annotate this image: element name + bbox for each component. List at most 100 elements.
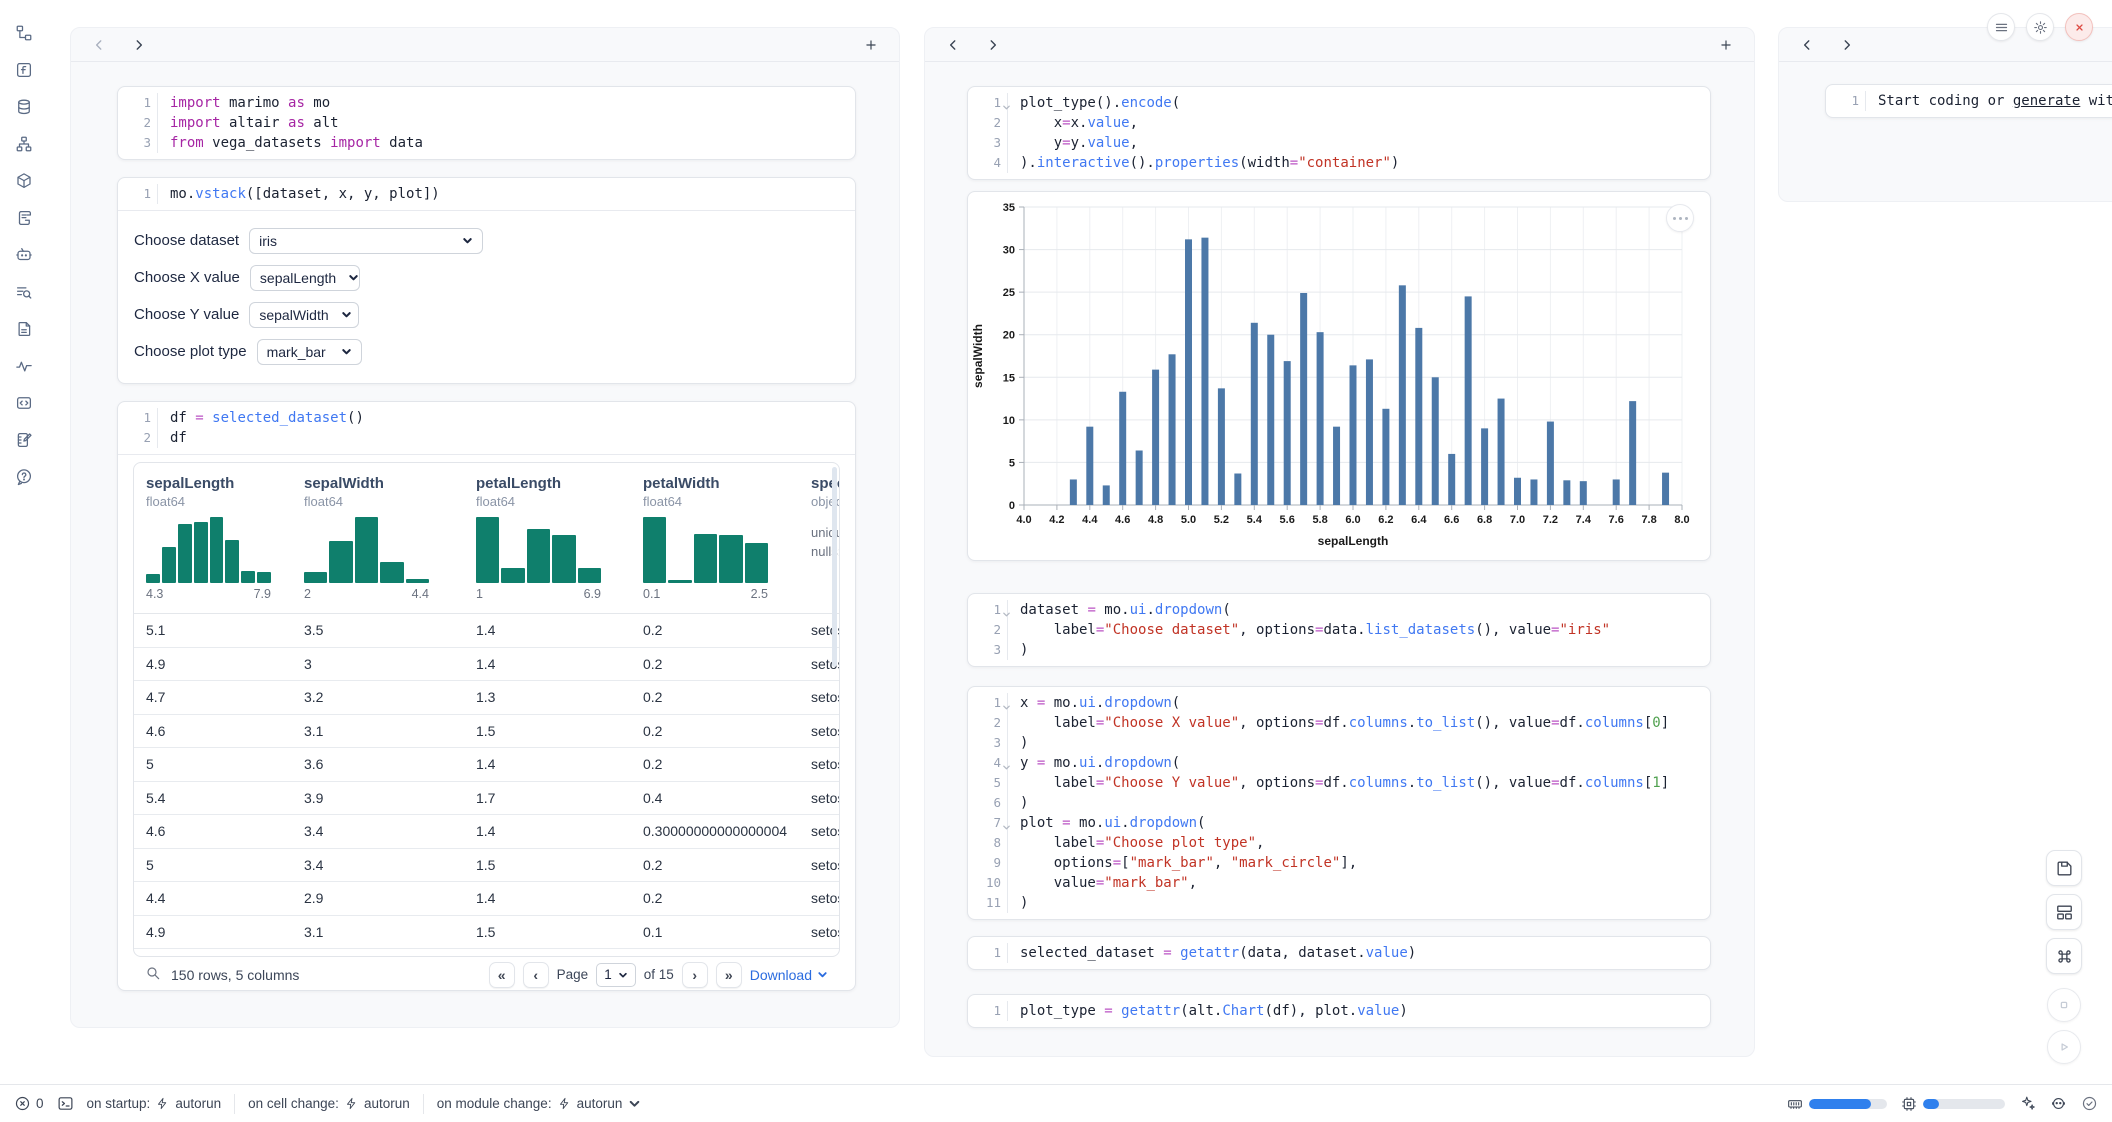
- file-explorer-icon[interactable]: [15, 24, 33, 42]
- table-column-header[interactable]: petalWidthfloat640.12.5: [631, 463, 799, 613]
- dropdown-select[interactable]: mark_bar: [257, 339, 362, 365]
- svg-text:5.6: 5.6: [1280, 514, 1295, 526]
- last-page-button[interactable]: »: [716, 962, 742, 988]
- search-icon[interactable]: [145, 965, 161, 984]
- column-prev-button[interactable]: [1795, 33, 1819, 57]
- layout-toggle-button[interactable]: [2046, 894, 2082, 930]
- column-next-button[interactable]: [127, 33, 151, 57]
- chart[interactable]: 051015202530354.04.24.44.64.85.05.25.45.…: [968, 192, 1710, 554]
- fold-chevron-icon[interactable]: [1002, 758, 1011, 767]
- add-column-button[interactable]: [1714, 33, 1738, 57]
- documentation-icon[interactable]: [15, 320, 33, 338]
- table-row[interactable]: 53.41.50.2setosa: [134, 849, 839, 883]
- notebook-menu-button[interactable]: [1987, 13, 2015, 41]
- cell-xy-plot-dropdowns[interactable]: 1x = mo.ui.dropdown(2 label="Choose X va…: [967, 686, 1711, 920]
- variables-icon[interactable]: [15, 61, 33, 79]
- settings-button[interactable]: [2026, 13, 2054, 41]
- code-editor[interactable]: 1dataset = mo.ui.dropdown(2 label="Choos…: [968, 594, 1710, 666]
- table-row[interactable]: 4.73.21.30.2setosa: [134, 681, 839, 715]
- column-prev-button[interactable]: [87, 33, 111, 57]
- logs-icon[interactable]: [15, 209, 33, 227]
- cell-imports[interactable]: 1import marimo as mo2import altair as al…: [117, 86, 856, 160]
- code-editor[interactable]: 1plot_type().encode(2 x=x.value,3 y=y.va…: [968, 87, 1710, 179]
- run-mode-1[interactable]: on startup:autorun: [87, 1096, 222, 1111]
- cell-empty-new[interactable]: 1 Start coding or generate with AI.: [1825, 84, 2112, 118]
- next-page-button[interactable]: ›: [682, 962, 708, 988]
- chat-icon[interactable]: [15, 246, 33, 264]
- line-number: 9: [968, 853, 1008, 873]
- add-column-button[interactable]: [859, 33, 883, 57]
- fold-chevron-icon[interactable]: [1002, 818, 1011, 827]
- run-mode-3[interactable]: on module change:autorun: [437, 1096, 642, 1111]
- dropdown-control: Choose Y valuesepalWidth: [134, 301, 855, 328]
- code-editor[interactable]: 1selected_dataset = getattr(data, datase…: [968, 937, 1710, 969]
- copilot-button[interactable]: [2050, 1095, 2067, 1112]
- table-column-header[interactable]: sepalWidthfloat6424.4: [292, 463, 464, 613]
- first-page-button[interactable]: «: [489, 962, 515, 988]
- cpu-usage-meter[interactable]: [1901, 1096, 2005, 1112]
- code-editor[interactable]: 1plot_type = getattr(alt.Chart(df), plot…: [968, 995, 1710, 1027]
- table-row[interactable]: 4.931.40.2setosa: [134, 648, 839, 682]
- cell-plot-type[interactable]: 1plot_type = getattr(alt.Chart(df), plot…: [967, 994, 1711, 1028]
- dropdown-select[interactable]: sepalLength: [250, 265, 360, 291]
- cell-vstack[interactable]: 1mo.vstack([dataset, x, y, plot]) Choose…: [117, 177, 856, 384]
- code-editor[interactable]: 1x = mo.ui.dropdown(2 label="Choose X va…: [968, 687, 1710, 919]
- table-column-header[interactable]: petalLengthfloat6416.9: [464, 463, 631, 613]
- code-editor[interactable]: 1import marimo as mo2import altair as al…: [118, 87, 855, 159]
- table-row[interactable]: 5.43.91.70.4setosa: [134, 782, 839, 816]
- tracing-icon[interactable]: [15, 357, 33, 375]
- prev-page-button[interactable]: ‹: [523, 962, 549, 988]
- fold-chevron-icon[interactable]: [1002, 98, 1011, 107]
- table-row[interactable]: 5.13.51.40.2setosa: [134, 614, 839, 648]
- cpu-icon: [1901, 1096, 1917, 1112]
- table-scrollbar[interactable]: [832, 467, 837, 667]
- help-icon[interactable]: [15, 468, 33, 486]
- dependencies-icon[interactable]: [15, 135, 33, 153]
- lightning-icon: [345, 1097, 358, 1110]
- dropdown-control: Choose datasetiris: [134, 227, 855, 254]
- chart-menu-button[interactable]: [1666, 204, 1694, 232]
- cell-plot-expression[interactable]: 1plot_type().encode(2 x=x.value,3 y=y.va…: [967, 86, 1711, 180]
- table-row[interactable]: 4.63.41.40.30000000000000004setosa: [134, 815, 839, 849]
- fold-chevron-icon[interactable]: [1002, 605, 1011, 614]
- column-prev-button[interactable]: [941, 33, 965, 57]
- packages-icon[interactable]: [15, 172, 33, 190]
- generate-with-ai-link[interactable]: generate: [2013, 93, 2080, 109]
- table-column-header[interactable]: sepalLengthfloat644.37.9: [134, 463, 292, 613]
- run-all-button[interactable]: [2047, 1030, 2081, 1064]
- terminal-toggle[interactable]: [57, 1095, 74, 1112]
- chevron-down-icon: [348, 272, 359, 283]
- cell-selected-dataset[interactable]: 1selected_dataset = getattr(data, datase…: [967, 936, 1711, 970]
- stop-kernel-button[interactable]: [2047, 988, 2081, 1022]
- memory-usage-meter[interactable]: [1787, 1096, 1887, 1112]
- table-row[interactable]: 4.63.11.50.2setosa: [134, 715, 839, 749]
- snippets-icon[interactable]: [15, 394, 33, 412]
- cell-dataset-dropdown[interactable]: 1dataset = mo.ui.dropdown(2 label="Choos…: [967, 593, 1711, 667]
- svg-text:0: 0: [1009, 500, 1015, 512]
- scratchpad-icon[interactable]: [15, 431, 33, 449]
- table-row[interactable]: 4.93.11.50.1setosa: [134, 916, 839, 950]
- ai-features-button[interactable]: [2019, 1095, 2036, 1112]
- code-editor[interactable]: 1mo.vstack([dataset, x, y, plot]): [118, 178, 855, 211]
- column-next-button[interactable]: [1835, 33, 1859, 57]
- column-next-button[interactable]: [981, 33, 1005, 57]
- cell-dataframe[interactable]: 1df = selected_dataset()2df sepalLengthf…: [117, 401, 856, 991]
- editor-placeholder[interactable]: Start coding or generate with AI.: [1866, 91, 2112, 111]
- datasources-icon[interactable]: [15, 98, 33, 116]
- errors-indicator[interactable]: 0: [14, 1095, 44, 1112]
- code-editor[interactable]: 1df = selected_dataset()2df: [118, 402, 855, 455]
- download-button[interactable]: Download: [750, 967, 828, 983]
- save-button[interactable]: [2046, 850, 2082, 886]
- fold-chevron-icon[interactable]: [1002, 698, 1011, 707]
- dropdown-select[interactable]: iris: [249, 228, 483, 254]
- page-select[interactable]: 1: [596, 963, 636, 987]
- run-mode-2[interactable]: on cell change:autorun: [248, 1096, 410, 1111]
- table-row[interactable]: 53.61.40.2setosa: [134, 748, 839, 782]
- keyboard-shortcuts-button[interactable]: [2046, 938, 2082, 974]
- stop-icon: [2055, 996, 2073, 1014]
- connection-status-button[interactable]: [2081, 1095, 2098, 1112]
- shutdown-button[interactable]: [2065, 13, 2093, 41]
- table-row[interactable]: 4.42.91.40.2setosa: [134, 882, 839, 916]
- dropdown-select[interactable]: sepalWidth: [249, 302, 359, 328]
- search-logs-icon[interactable]: [15, 283, 33, 301]
